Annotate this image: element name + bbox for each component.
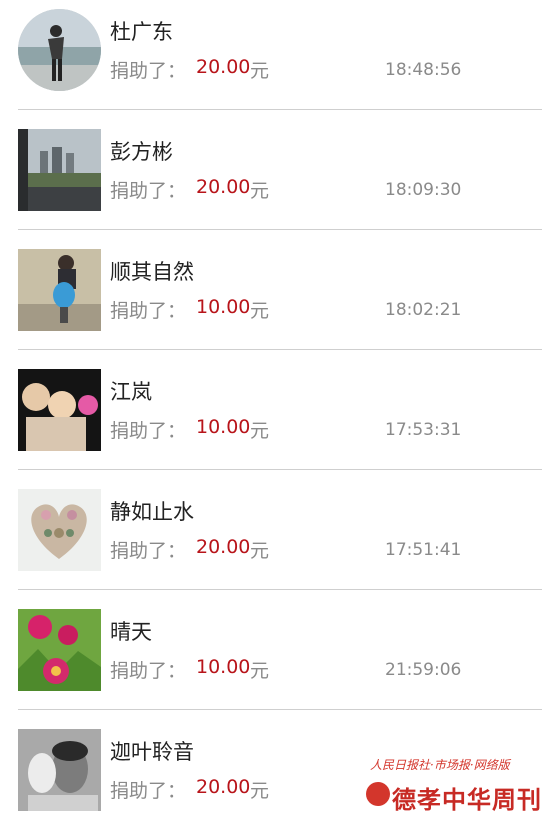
- donor-name: 顺其自然: [110, 260, 194, 284]
- flower-heart-avatar: [18, 489, 101, 571]
- person-on-riverbank-avatar: [18, 9, 101, 91]
- list-item[interactable]: 彭方彬 捐助了： 20.00 元 18:09:30: [0, 120, 560, 240]
- donation-time: 18:09:30: [385, 180, 462, 200]
- donor-name: 杜广东: [110, 20, 173, 44]
- currency-unit: 元: [250, 180, 270, 202]
- donation-time: 17:53:31: [385, 420, 462, 440]
- donor-name: 江岚: [110, 380, 152, 404]
- donated-label: 捐助了：: [110, 300, 187, 322]
- avatar[interactable]: [18, 129, 101, 211]
- donor-name: 晴天: [110, 620, 152, 644]
- donor-name: 迦叶聆音: [110, 740, 194, 764]
- donation-amount: 20.00: [196, 176, 251, 198]
- donor-name: 彭方彬: [110, 140, 173, 164]
- list-item[interactable]: 顺其自然 捐助了： 10.00 元 18:02:21: [0, 240, 560, 360]
- divider: [18, 589, 542, 590]
- donation-amount: 20.00: [196, 56, 251, 78]
- divider: [18, 349, 542, 350]
- currency-unit: 元: [250, 540, 270, 562]
- list-item[interactable]: 江岚 捐助了： 10.00 元 17:53:31: [0, 360, 560, 480]
- divider: [18, 469, 542, 470]
- currency-unit: 元: [250, 60, 270, 82]
- donor-name: 静如止水: [110, 500, 194, 524]
- list-item[interactable]: 静如止水 捐助了： 20.00 元 17:51:41: [0, 480, 560, 600]
- donation-amount: 20.00: [196, 776, 251, 798]
- donation-time: 21:59:06: [385, 660, 462, 680]
- donated-label: 捐助了：: [110, 540, 187, 562]
- divider: [18, 709, 542, 710]
- donation-amount: 10.00: [196, 656, 251, 678]
- avatar[interactable]: [18, 369, 101, 451]
- divider: [18, 229, 542, 230]
- publication-logo-icon: [366, 782, 390, 806]
- donation-amount: 20.00: [196, 536, 251, 558]
- currency-unit: 元: [250, 660, 270, 682]
- avatar[interactable]: [18, 249, 101, 331]
- donated-label: 捐助了：: [110, 180, 187, 202]
- currency-unit: 元: [250, 300, 270, 322]
- donation-time: 18:02:21: [385, 300, 462, 320]
- child-on-toy-avatar: [18, 249, 101, 331]
- man-with-mask-avatar: [18, 729, 101, 811]
- list-item[interactable]: 杜广东 捐助了： 20.00 元 18:48:56: [0, 0, 560, 120]
- list-item[interactable]: 晴天 捐助了： 10.00 元 21:59:06: [0, 600, 560, 720]
- avatar[interactable]: [18, 729, 101, 811]
- currency-unit: 元: [250, 420, 270, 442]
- donated-label: 捐助了：: [110, 60, 187, 82]
- avatar[interactable]: [18, 609, 101, 691]
- donated-label: 捐助了：: [110, 780, 187, 802]
- donation-list: 杜广东 捐助了： 20.00 元 18:48:56 彭方彬 捐助了： 20.00…: [0, 0, 560, 840]
- watermark-tagline: 人民日报社·市场报·网络版: [370, 758, 510, 772]
- currency-unit: 元: [250, 780, 270, 802]
- city-road-avatar: [18, 129, 101, 211]
- donation-time: 17:51:41: [385, 540, 462, 560]
- peony-flower-avatar: [18, 609, 101, 691]
- donation-time: 18:48:56: [385, 60, 462, 80]
- avatar[interactable]: [18, 9, 101, 91]
- donated-label: 捐助了：: [110, 420, 187, 442]
- donated-label: 捐助了：: [110, 660, 187, 682]
- publication-watermark: 人民日报社·市场报·网络版 德孝中华周刊: [366, 754, 546, 816]
- watermark-title: 德孝中华周刊: [392, 786, 542, 814]
- two-children-avatar: [18, 369, 101, 451]
- donation-amount: 10.00: [196, 416, 251, 438]
- donation-amount: 10.00: [196, 296, 251, 318]
- avatar[interactable]: [18, 489, 101, 571]
- divider: [18, 109, 542, 110]
